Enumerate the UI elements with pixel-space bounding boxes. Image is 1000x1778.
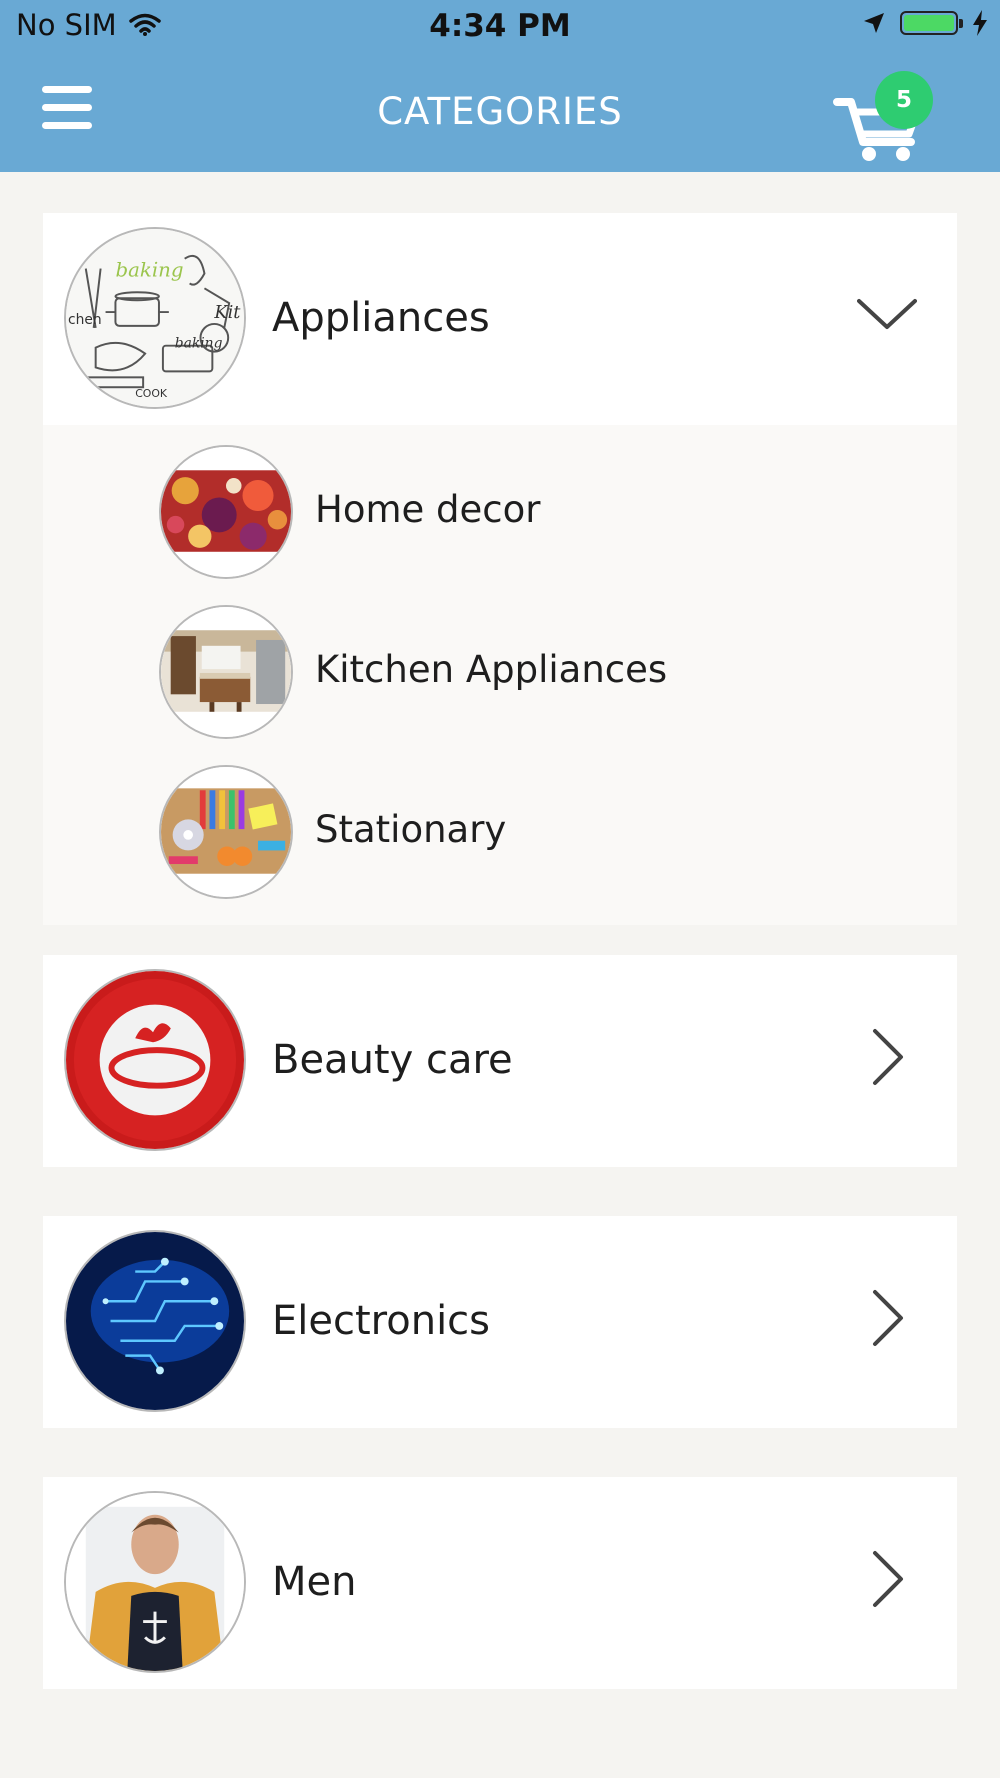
svg-text:baking: baking (175, 336, 223, 352)
cart-count-badge: 5 (875, 71, 933, 129)
subcategory-row-kitchen-appliances[interactable]: Kitchen Appliances (43, 593, 957, 753)
chevron-right-icon[interactable] (857, 1027, 917, 1087)
lightning-icon (973, 10, 987, 36)
status-bar: No SIM 4:34 PM (0, 0, 1000, 54)
category-label-appliances: Appliances (272, 295, 490, 341)
electronics-thumbnail (64, 1230, 246, 1412)
kitchen-appliances-thumbnail (159, 605, 293, 739)
subcategory-label-kitchen-appliances: Kitchen Appliances (315, 648, 668, 691)
chevron-right-icon[interactable] (857, 1549, 917, 1609)
svg-text:baking: baking (115, 258, 183, 281)
appliances-thumbnail: baking chen Kit baking COOK (64, 227, 246, 409)
category-card-beauty-care: Beauty care (43, 955, 957, 1167)
men-thumbnail (64, 1491, 246, 1673)
category-row-electronics[interactable]: Electronics (43, 1216, 957, 1428)
stationary-thumbnail (159, 765, 293, 899)
category-label-men: Men (272, 1559, 357, 1605)
subcategory-list: Home decor Kitchen Appliances Stationary (43, 425, 957, 925)
category-card-electronics: Electronics (43, 1216, 957, 1428)
svg-text:chen: chen (68, 312, 102, 328)
category-label-electronics: Electronics (272, 1298, 491, 1344)
battery-full-icon (900, 11, 963, 35)
cart-button[interactable]: 5 (833, 70, 943, 166)
svg-text:COOK: COOK (135, 387, 168, 400)
svg-text:Kit: Kit (213, 302, 241, 323)
category-card-men: Men (43, 1477, 957, 1689)
category-row-beauty-care[interactable]: Beauty care (43, 955, 957, 1167)
subcategory-row-stationary[interactable]: Stationary (43, 753, 957, 913)
category-row-men[interactable]: Men (43, 1477, 957, 1689)
chevron-down-icon[interactable] (857, 285, 917, 345)
subcategory-row-home-decor[interactable]: Home decor (43, 433, 957, 593)
subcategory-label-home-decor: Home decor (315, 488, 541, 531)
app-header: CATEGORIES 5 (0, 54, 1000, 172)
category-label-beauty-care: Beauty care (272, 1037, 513, 1083)
category-card-appliances: baking chen Kit baking COOK Appliances H… (43, 213, 957, 925)
category-row-appliances[interactable]: baking chen Kit baking COOK Appliances (43, 213, 957, 425)
status-right (862, 10, 988, 36)
status-time: 4:34 PM (429, 8, 571, 44)
beauty-care-thumbnail (64, 969, 246, 1151)
chevron-right-icon[interactable] (857, 1288, 917, 1348)
location-arrow-icon (864, 13, 884, 33)
subcategory-label-stationary: Stationary (315, 808, 507, 851)
home-decor-thumbnail (159, 445, 293, 579)
